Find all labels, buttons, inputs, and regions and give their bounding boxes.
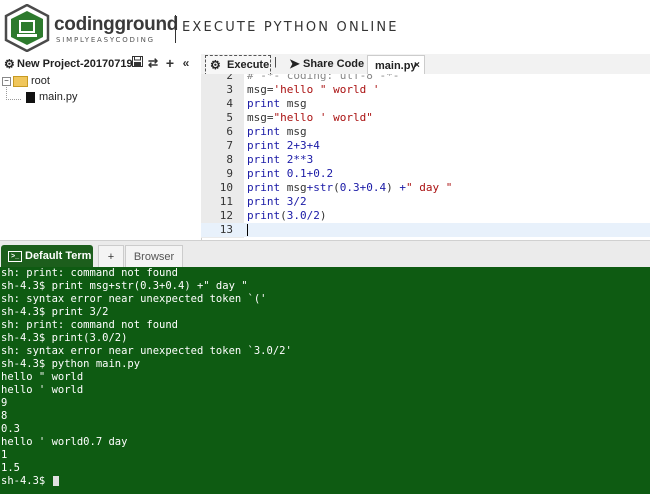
- code-line[interactable]: 9 print 0.1+0.2: [201, 167, 650, 181]
- tab-browser[interactable]: Browser: [125, 245, 183, 269]
- code-line[interactable]: 7 print 2+3+4: [201, 139, 650, 153]
- code-line[interactable]: 3 msg='hello " world ': [201, 83, 650, 97]
- code-text: msg='hello " world ': [247, 83, 380, 96]
- toolbar-separator: |: [274, 56, 277, 68]
- folder-icon: [13, 75, 28, 87]
- code-line[interactable]: 11 print 3/2: [201, 195, 650, 209]
- page-title: EXECUTE PYTHON ONLINE: [182, 20, 399, 35]
- terminal-output[interactable]: sh: print: command not found sh-4.3$ prin…: [0, 267, 650, 494]
- save-icon[interactable]: [130, 56, 144, 70]
- code-line[interactable]: 2 # -*- coding: utf-8 -*-: [201, 74, 650, 83]
- line-number: 11: [219, 195, 233, 208]
- line-number: 8: [226, 153, 233, 166]
- tree-connector: [6, 87, 21, 100]
- terminal-line: sh-4.3$ python main.py: [1, 358, 141, 370]
- code-text: print msg+str(0.3+0.4) +" day ": [247, 181, 453, 194]
- file-icon: [26, 91, 35, 103]
- terminal-line: sh-4.3$: [0, 475, 650, 488]
- code-text: print 3/2: [247, 195, 307, 208]
- share-label: Share Code: [303, 58, 365, 70]
- line-number: 4: [226, 97, 233, 110]
- code-text: # -*- coding: utf-8 -*-: [247, 74, 400, 82]
- terminal-line: 1: [1, 449, 8, 461]
- terminal-tab-bar: >_ Default Term + Browser: [0, 240, 650, 269]
- code-lines[interactable]: 2 # -*- coding: utf-8 -*- 3 msg='hello " wo…: [201, 74, 650, 237]
- code-text: msg="hello ' world": [247, 111, 373, 124]
- code-text: print 2+3+4: [247, 139, 320, 152]
- project-panel: ⚙ New Project-20170719 ⇄ + « − root main.…: [0, 54, 202, 240]
- brand-name: codingground: [54, 14, 179, 35]
- execute-button[interactable]: ⚙ Execute: [205, 55, 271, 76]
- terminal-line: sh: syntax error near unexpected token `…: [1, 293, 267, 305]
- tree-file-label: main.py: [39, 91, 78, 103]
- terminal-line: 1.5: [1, 462, 20, 474]
- code-line[interactable]: 10 print msg+str(0.3+0.4) +" day ": [201, 181, 650, 195]
- code-line[interactable]: 13: [201, 223, 650, 237]
- code-text: print msg: [247, 97, 307, 110]
- tree-file-main[interactable]: main.py: [26, 91, 78, 103]
- terminal-line: sh-4.3$ print(3.0/2): [1, 332, 128, 344]
- line-number: 6: [226, 125, 233, 138]
- code-text: print 0.1+0.2: [247, 167, 334, 180]
- line-number: 10: [219, 181, 233, 194]
- line-number: 9: [226, 167, 233, 180]
- code-line[interactable]: 5 msg="hello ' world": [201, 111, 650, 125]
- terminal-line: hello ' world0.7 day: [1, 436, 128, 448]
- terminal-line: hello " world: [1, 371, 84, 383]
- tab-label: main.py: [375, 60, 417, 72]
- tree-root[interactable]: − root: [2, 75, 50, 87]
- tab-default-term[interactable]: >_ Default Term: [1, 245, 93, 267]
- terminal-line: hello ' world: [1, 384, 84, 396]
- terminal-line: 8: [1, 410, 8, 422]
- code-text: print msg: [247, 125, 307, 138]
- terminal-line: 9: [1, 397, 8, 409]
- code-line[interactable]: 8 print 2**3: [201, 153, 650, 167]
- close-icon[interactable]: ×: [414, 56, 420, 76]
- project-bar: ⚙ New Project-20170719 ⇄ + «: [0, 54, 201, 74]
- logo-icon: [4, 4, 50, 52]
- terminal-line: sh: print: command not found: [1, 267, 179, 279]
- line-number: 2: [226, 74, 233, 82]
- terminal-line: 0.3: [1, 423, 20, 435]
- gear-icon[interactable]: ⚙: [4, 57, 15, 71]
- collapse-tree-icon[interactable]: −: [2, 76, 11, 86]
- header-divider: [175, 15, 176, 43]
- add-terminal-button[interactable]: +: [98, 245, 124, 269]
- terminal-line: sh-4.3$ print 3/2: [1, 306, 109, 318]
- code-line[interactable]: 12 print(3.0/2): [201, 209, 650, 223]
- share-code-button[interactable]: ➤ Share Code: [285, 55, 365, 74]
- terminal-line: sh-4.3$ print msg+str(0.3+0.4) +" day ": [1, 280, 248, 292]
- code-text: print(3.0/2): [247, 209, 327, 222]
- terminal-line: sh: syntax error near unexpected token `…: [1, 345, 292, 357]
- tree-root-label: root: [31, 75, 50, 87]
- share-icon: ➤: [289, 56, 300, 71]
- text-cursor: [247, 224, 248, 236]
- tab-default-term-label: Default Term: [25, 250, 92, 262]
- terminal-icon: >_: [8, 251, 22, 262]
- code-text: print 2**3: [247, 153, 314, 166]
- terminal-cursor: [52, 476, 59, 486]
- execute-label: Execute: [227, 59, 270, 71]
- brand-tagline: SIMPLYEASYCODING: [56, 36, 155, 44]
- terminal-line: sh: print: command not found: [1, 319, 179, 331]
- code-line[interactable]: 6 print msg: [201, 125, 650, 139]
- line-number: 3: [226, 83, 233, 96]
- header: codingground SIMPLYEASYCODING EXECUTE PY…: [0, 0, 650, 56]
- plus-icon[interactable]: +: [163, 56, 177, 70]
- line-number: 7: [226, 139, 233, 152]
- project-name[interactable]: New Project-20170719: [17, 58, 133, 70]
- code-line[interactable]: 4 print msg: [201, 97, 650, 111]
- code-editor[interactable]: 2 # -*- coding: utf-8 -*- 3 msg='hello " wo…: [201, 74, 650, 238]
- refresh-icon[interactable]: ⇄: [146, 56, 160, 70]
- line-number: 5: [226, 111, 233, 124]
- line-number: 12: [219, 209, 233, 222]
- collapse-icon[interactable]: «: [179, 56, 193, 70]
- execute-icon: ⚙: [210, 58, 221, 72]
